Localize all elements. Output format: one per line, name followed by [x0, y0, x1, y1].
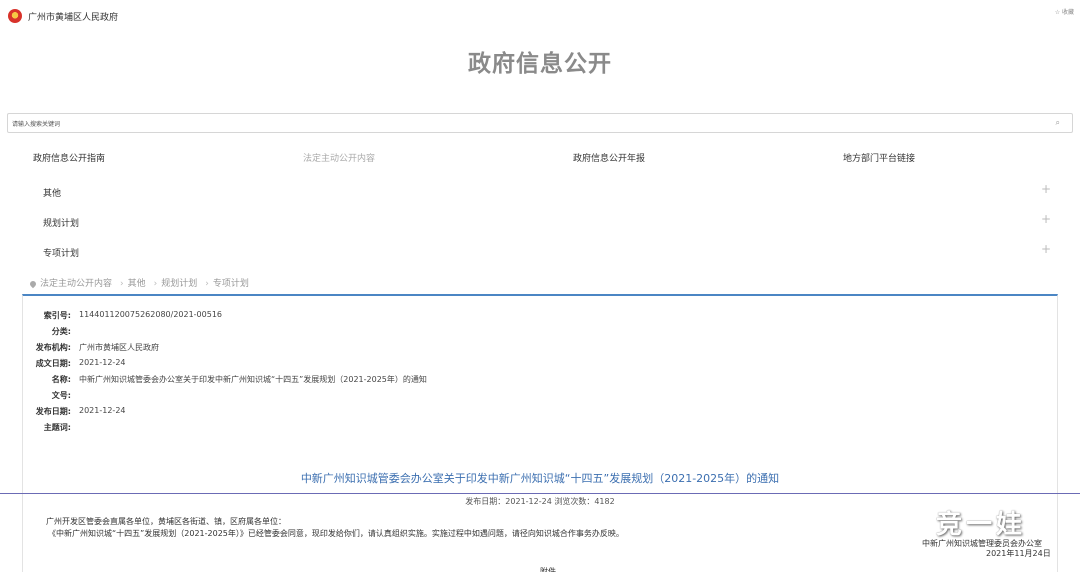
title-divider [0, 493, 1080, 494]
meta-value: 2021-12-24 [79, 358, 126, 367]
top-bar: 广州市黄埔区人民政府 ☆ 收藏 [0, 0, 1080, 32]
search-input[interactable]: 请输入搜索关键词 ⌕ [7, 113, 1073, 133]
expand-icon[interactable]: + [1041, 182, 1051, 196]
nav-item-guide[interactable]: 政府信息公开指南 [33, 151, 105, 164]
meta-row-publisher: 发布机构: 广州市黄埔区人民政府 [23, 342, 1023, 356]
breadcrumb: 法定主动公开内容 › 其他 › 规划计划 › 专项计划 [28, 276, 253, 289]
page-title: 政府信息公开 [468, 51, 612, 77]
meta-key: 索引号: [43, 311, 71, 320]
meta-row-name: 名称: 中新广州知识城管委会办公室关于印发中新广州知识城“十四五”发展规划（20… [23, 374, 1023, 388]
document-metadata-panel: 索引号: 114401120075262080/2021-00516 分类: 发… [22, 294, 1058, 452]
meta-row-doc-number: 文号: [23, 390, 1023, 404]
meta-value: 广州市黄埔区人民政府 [79, 343, 159, 352]
accordion-label: 其他 [43, 189, 62, 199]
meta-value: 114401120075262080/2021-00516 [79, 310, 223, 319]
expand-icon[interactable]: + [1041, 212, 1051, 226]
meta-value: 2021-12-24 [79, 406, 126, 415]
meta-row-publish-date: 发布日期: 2021-12-24 [23, 406, 1023, 420]
breadcrumb-item[interactable]: 法定主动公开内容 [40, 279, 112, 289]
breadcrumb-item[interactable]: 规划计划 [161, 279, 197, 289]
meta-key: 名称: [51, 375, 71, 384]
accordion-item-special-plan[interactable]: 专项计划 + [0, 241, 1080, 263]
national-emblem-icon [8, 9, 22, 23]
search-placeholder[interactable]: 请输入搜索关键词 [12, 119, 60, 128]
meta-key: 发布日期: [35, 407, 71, 416]
search-icon[interactable]: ⌕ [1056, 118, 1060, 128]
body-paragraph-main: 《中新广州知识城“十四五”发展规划（2021-2025年）》已经管委会同意，现印… [48, 529, 624, 538]
accordion-label: 专项计划 [43, 249, 80, 259]
nav-item-annual-report[interactable]: 政府信息公开年报 [573, 151, 645, 164]
watermark: 竞一娃 [936, 510, 1027, 540]
meta-row-category: 分类: [23, 326, 1023, 340]
accordion-item-planning[interactable]: 规划计划 + [0, 211, 1080, 233]
main-nav: 政府信息公开指南 法定主动公开内容 政府信息公开年报 地方部门平台链接 [0, 151, 1080, 167]
meta-row-keywords: 主题词: [23, 422, 1023, 436]
meta-value: 中新广州知识城管委会办公室关于印发中新广州知识城“十四五”发展规划（2021-2… [79, 375, 427, 384]
meta-row-index-number: 索引号: 114401120075262080/2021-00516 [23, 310, 1023, 324]
breadcrumb-item[interactable]: 其他 [128, 279, 146, 289]
meta-key: 文号: [51, 391, 71, 400]
meta-key: 成文日期: [35, 359, 71, 368]
favorite-link[interactable]: ☆ 收藏 [1055, 7, 1074, 16]
nav-item-statutory-content[interactable]: 法定主动公开内容 [303, 151, 375, 164]
breadcrumb-separator: › [120, 279, 124, 289]
document-title: 中新广州知识城管委会办公室关于印发中新广州知识城“十四五”发展规划（2021-2… [300, 472, 780, 485]
nav-item-dept-links[interactable]: 地方部门平台链接 [843, 151, 915, 164]
signing-date: 2021年11月24日 [986, 549, 1051, 558]
meta-key: 发布机构: [35, 343, 71, 352]
accordion-item-other[interactable]: 其他 + [0, 181, 1080, 203]
expand-icon[interactable]: + [1041, 242, 1051, 256]
breadcrumb-item[interactable]: 专项计划 [213, 279, 249, 289]
breadcrumb-separator: › [153, 279, 158, 289]
attachment-heading: 附件 [540, 567, 556, 572]
site-name-link[interactable]: 广州市黄埔区人民政府 [28, 10, 118, 23]
publish-info: 发布日期：2021-12-24 浏览次数：4182 [465, 497, 615, 506]
location-pin-icon [28, 279, 38, 288]
breadcrumb-separator: › [205, 279, 209, 289]
body-paragraph-salutation: 广州开发区管委会直属各单位，黄埔区各街道、镇，区府属各单位： [46, 517, 286, 526]
meta-key: 分类: [51, 327, 71, 336]
meta-key: 主题词: [43, 423, 71, 432]
accordion-label: 规划计划 [43, 219, 80, 229]
meta-row-written-date: 成文日期: 2021-12-24 [23, 358, 1023, 372]
